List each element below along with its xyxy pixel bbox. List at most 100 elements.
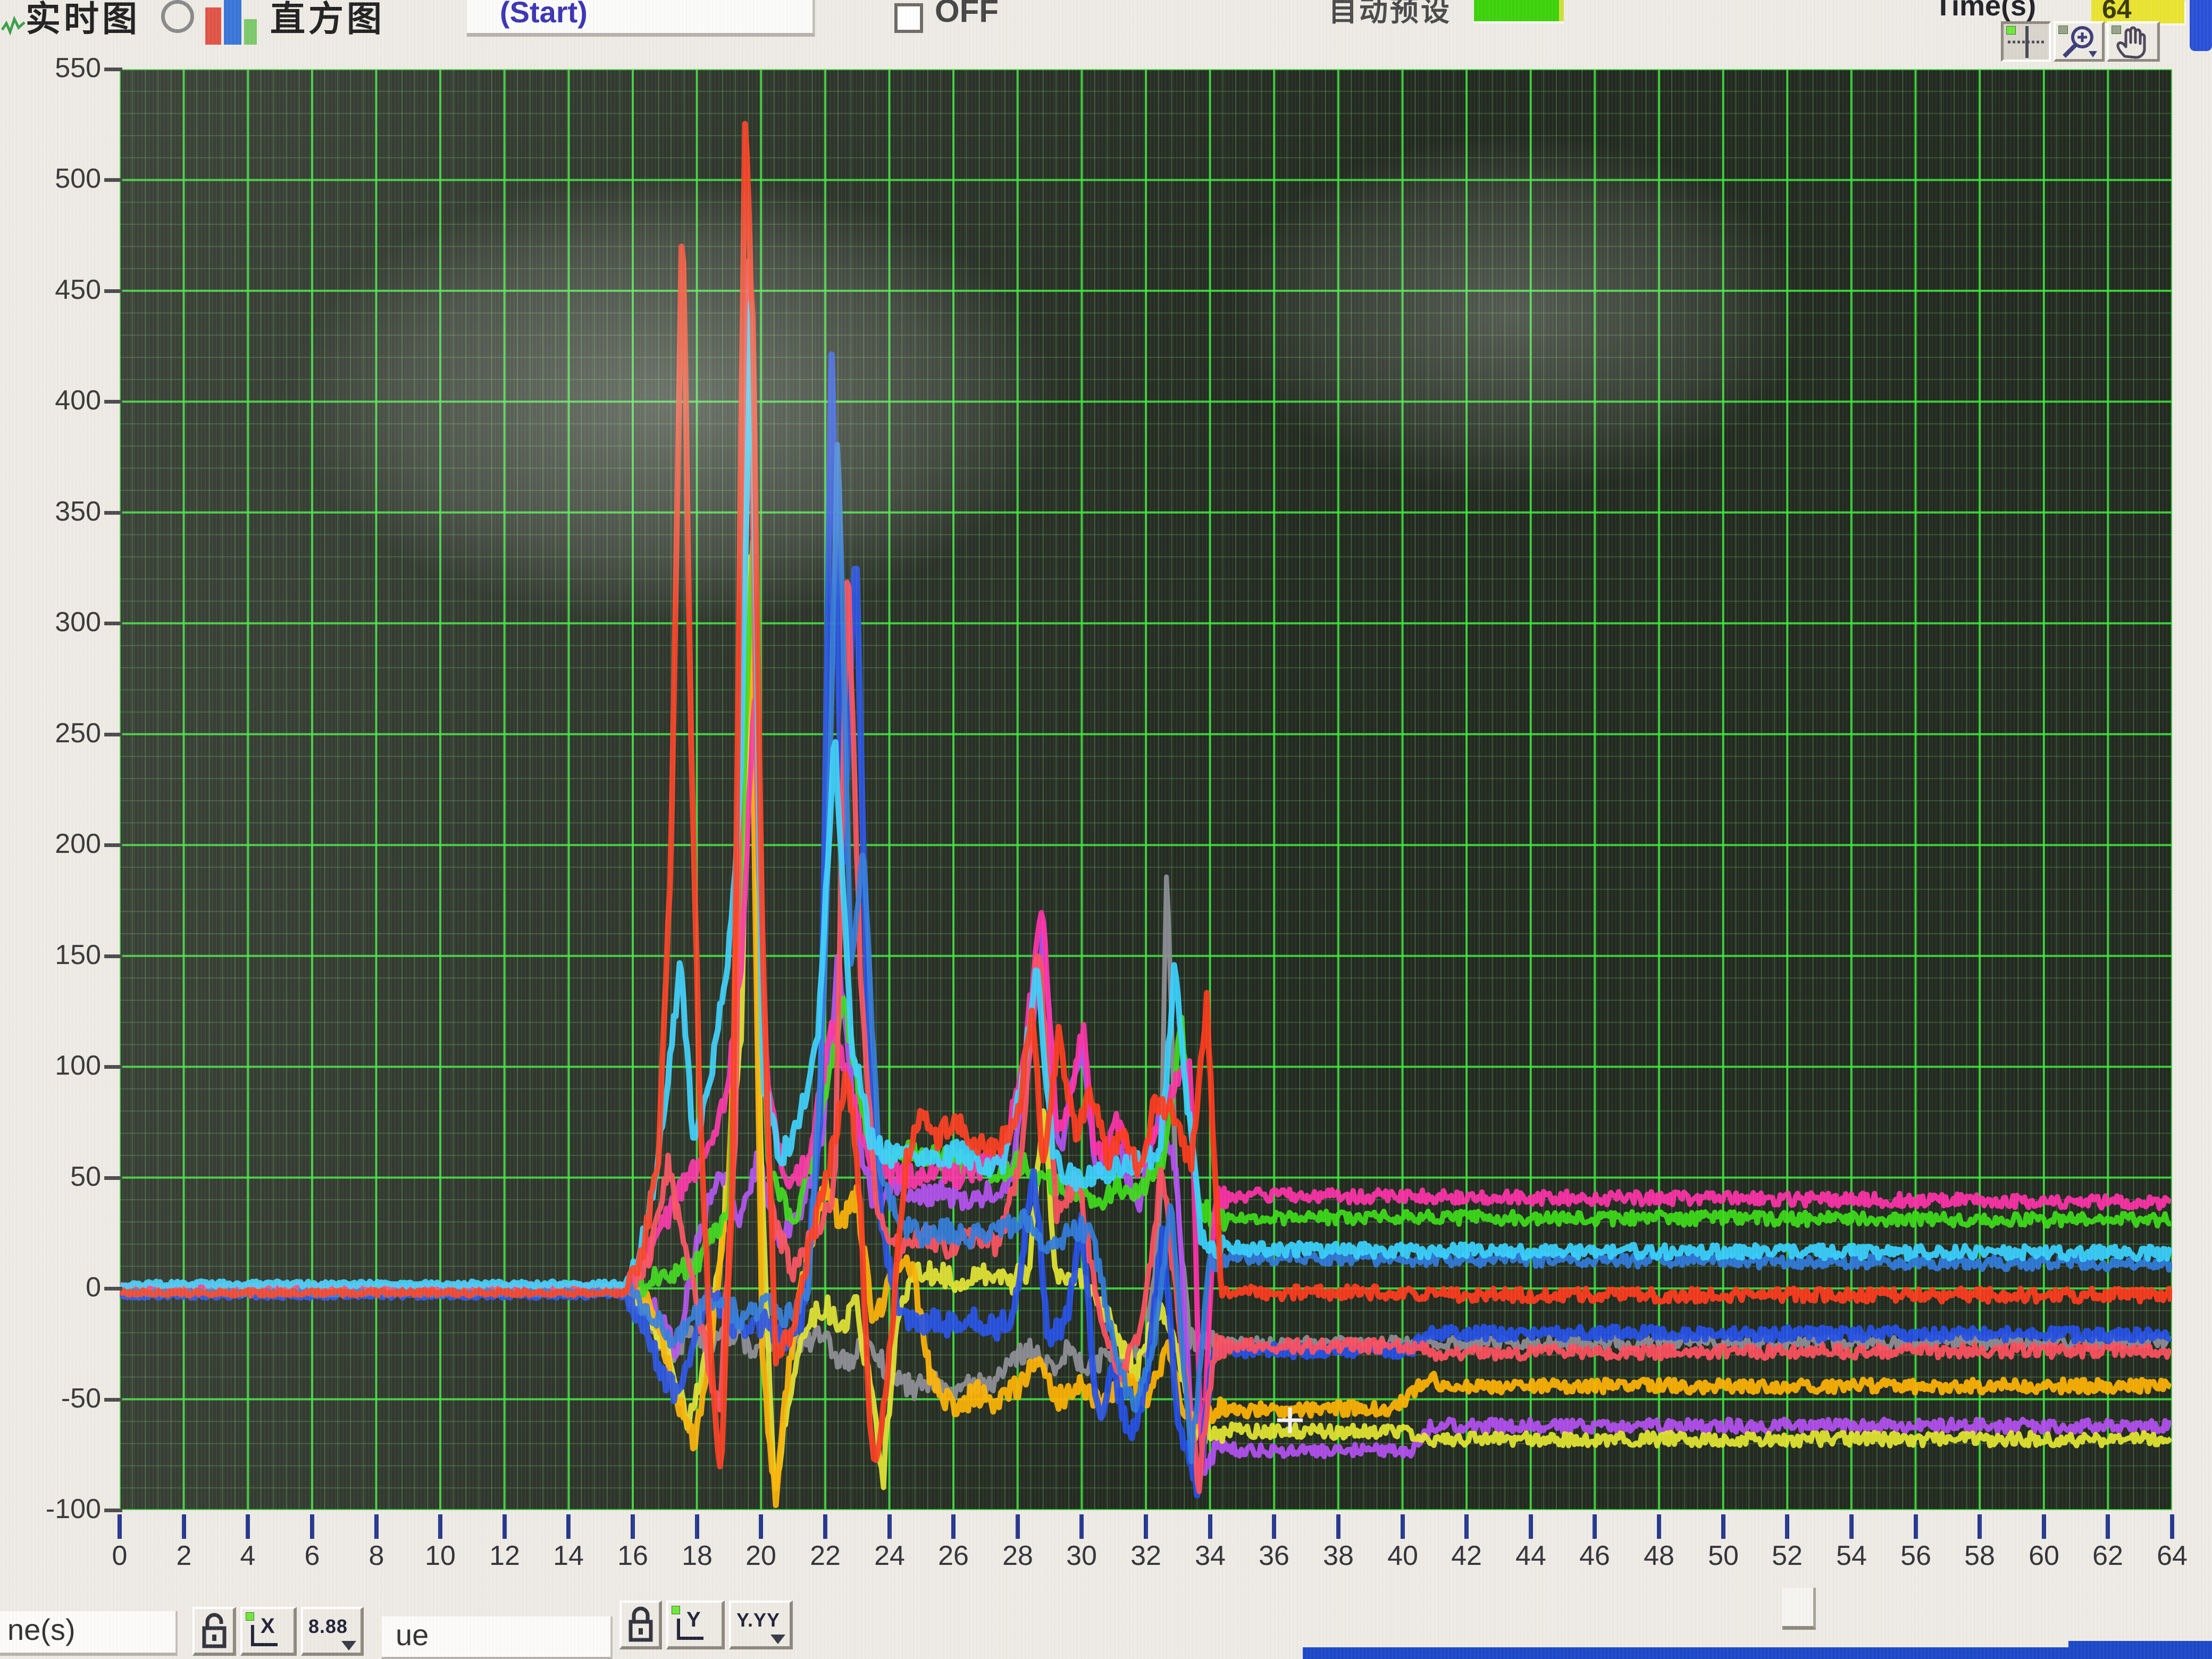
x-scale-name-field[interactable]: ne(s) — [0, 1611, 178, 1656]
x-tick-label: 4 — [240, 1540, 256, 1572]
x-tick-mark — [1978, 1514, 1982, 1539]
x-tick-mark — [1079, 1514, 1084, 1539]
x-tick-label: 20 — [745, 1540, 776, 1572]
x-tick-mark — [1272, 1514, 1276, 1539]
x-tick-mark — [1144, 1514, 1148, 1539]
crosshair-tool-button[interactable] — [2001, 21, 2051, 62]
y-tick-label: 500 — [11, 163, 101, 195]
pan-tool-button[interactable] — [2107, 21, 2160, 62]
x-tick-mark — [1593, 1514, 1597, 1539]
crosshair-icon — [2004, 24, 2049, 60]
y-tick-mark — [104, 843, 122, 847]
start-button[interactable]: (Start) — [467, 0, 815, 37]
chart-canvas — [120, 69, 2172, 1510]
y-format-button[interactable]: Y.YY — [729, 1601, 793, 1649]
y-scale-lock-button[interactable] — [619, 1601, 662, 1649]
histogram-radio-button[interactable] — [161, 0, 194, 33]
x-scale-name: ne(s) — [7, 1612, 76, 1647]
x-tick-label: 32 — [1130, 1540, 1161, 1572]
auto-preset-label: 自动预设 — [1328, 0, 1452, 29]
y-tick-label: 550 — [11, 52, 101, 84]
x-tick-mark — [118, 1514, 122, 1539]
x-tick-label: 56 — [1900, 1540, 1931, 1572]
hand-icon — [2109, 23, 2158, 61]
time-axis-title: Time(s) — [1934, 0, 2036, 22]
off-checkbox[interactable] — [894, 3, 923, 33]
x-tick-mark — [438, 1514, 442, 1539]
axis-corner-icon — [677, 1619, 703, 1640]
y-tick-label: 0 — [11, 1271, 101, 1303]
x-tick-label: 14 — [553, 1540, 584, 1572]
off-checkbox-label: OFF — [935, 0, 999, 29]
autoscale-dot — [672, 1606, 680, 1614]
y-scale-name-field[interactable]: ue — [382, 1616, 613, 1659]
waveform-chart[interactable] — [120, 69, 2172, 1510]
x-tick-mark — [1657, 1514, 1661, 1539]
x-tick-label: 64 — [2157, 1540, 2188, 1572]
x-tick-mark — [887, 1514, 892, 1539]
x-tick-label: 28 — [1002, 1540, 1033, 1572]
y-tick-mark — [104, 1509, 122, 1512]
y-tick-mark — [104, 289, 122, 293]
x-tick-mark — [502, 1514, 507, 1539]
tab-histogram[interactable]: 直方图 — [270, 0, 385, 41]
autoscale-dot — [246, 1612, 254, 1621]
small-corner-button[interactable] — [1782, 1588, 1816, 1630]
x-tick-label: 48 — [1644, 1540, 1674, 1572]
x-tick-mark — [374, 1514, 379, 1539]
x-tick-label: 44 — [1515, 1540, 1546, 1572]
x-tick-mark — [759, 1514, 763, 1539]
x-tick-mark — [1464, 1514, 1469, 1539]
y-tick-mark — [104, 733, 122, 736]
x-tick-label: 60 — [2029, 1540, 2059, 1572]
x-tick-mark — [246, 1514, 250, 1539]
x-tick-label: 22 — [810, 1540, 841, 1572]
x-tick-label: 34 — [1195, 1540, 1226, 1572]
y-tick-label: -100 — [11, 1493, 101, 1525]
x-tick-mark — [2042, 1514, 2046, 1539]
x-tick-mark — [1016, 1514, 1020, 1539]
open-padlock-icon — [195, 1609, 234, 1654]
x-tick-mark — [2106, 1514, 2110, 1539]
x-tick-label: 54 — [1836, 1540, 1867, 1572]
y-tick-label: 200 — [11, 828, 101, 860]
x-tick-mark — [1721, 1514, 1725, 1539]
y-tick-mark — [104, 511, 122, 515]
y-autoscale-button[interactable]: Y — [666, 1601, 725, 1649]
x-tick-mark — [1336, 1514, 1340, 1539]
x-tick-label: 36 — [1259, 1540, 1289, 1572]
x-tick-mark — [823, 1514, 827, 1539]
x-tick-label: 30 — [1066, 1540, 1097, 1572]
x-tick-label: 42 — [1451, 1540, 1482, 1572]
x-tick-mark — [1208, 1514, 1212, 1539]
x-tick-label: 16 — [617, 1540, 648, 1572]
time-max-value-field[interactable]: 64 — [2091, 0, 2184, 23]
window-edge — [2068, 1641, 2212, 1659]
dropdown-arrow-icon — [770, 1635, 785, 1644]
x-tick-mark — [2170, 1514, 2174, 1539]
realtime-monitor-window: 实时图 直方图 (Start) OFF 自动预设 Time(s) 64 — [0, 0, 2212, 1659]
y-tick-mark — [104, 1065, 122, 1069]
x-format-button[interactable]: 8.88 — [301, 1607, 364, 1656]
y-format-label: Y.YY — [736, 1609, 780, 1631]
x-tick-mark — [951, 1514, 956, 1539]
x-tick-label: 10 — [425, 1540, 456, 1572]
y-tick-mark — [104, 1398, 122, 1402]
y-scale-name: ue — [396, 1618, 429, 1652]
x-tick-label: 38 — [1323, 1540, 1354, 1572]
start-button-label: (Start) — [500, 0, 588, 29]
dropdown-arrow-icon — [341, 1641, 356, 1650]
x-tick-label: 52 — [1772, 1540, 1803, 1572]
tab-realtime-chart[interactable]: 实时图 — [26, 0, 140, 41]
x-tick-label: 18 — [682, 1540, 713, 1572]
x-tick-label: 58 — [1964, 1540, 1995, 1572]
y-tick-label: 300 — [11, 606, 101, 638]
x-tick-mark — [182, 1514, 186, 1539]
zoom-tool-button[interactable] — [2054, 21, 2105, 62]
x-tick-mark — [1914, 1514, 1918, 1539]
x-tick-label: 2 — [177, 1540, 192, 1572]
x-autoscale-button[interactable]: X — [240, 1607, 297, 1656]
x-scale-lock-button[interactable] — [192, 1607, 236, 1656]
y-tick-mark — [104, 954, 122, 958]
x-tick-label: 6 — [305, 1540, 320, 1572]
